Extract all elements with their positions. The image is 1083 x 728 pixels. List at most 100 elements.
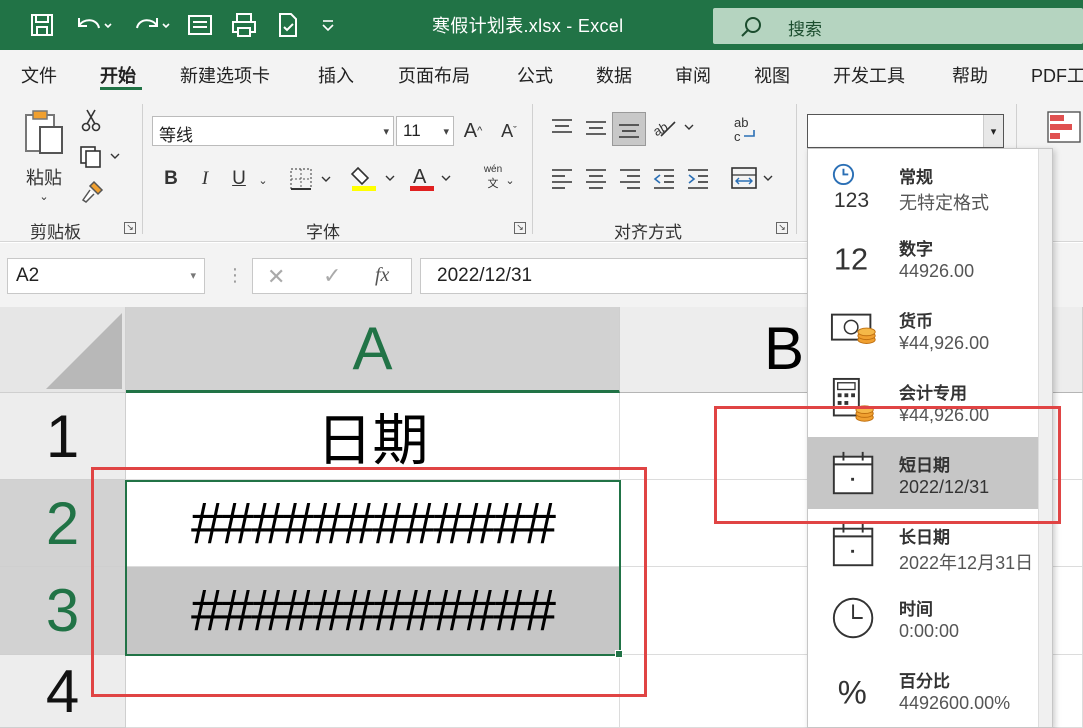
chevron-down-icon[interactable]: ⌄ bbox=[254, 166, 272, 194]
tab-formulas[interactable]: 公式 bbox=[517, 62, 553, 88]
row-header-4[interactable]: 4 bbox=[0, 655, 126, 728]
italic-button[interactable]: I bbox=[192, 164, 218, 194]
cell-a1[interactable]: 日期 bbox=[126, 393, 620, 480]
font-color-icon[interactable]: A bbox=[406, 162, 456, 194]
column-header-a[interactable]: A bbox=[126, 307, 620, 393]
percent-icon: % bbox=[830, 665, 880, 715]
cell-a3[interactable]: ############ bbox=[126, 567, 620, 655]
tab-review[interactable]: 审阅 bbox=[675, 62, 711, 88]
insert-function-icon[interactable]: fx bbox=[375, 264, 389, 287]
tab-file[interactable]: 文件 bbox=[21, 62, 57, 88]
redo-icon[interactable] bbox=[128, 9, 174, 41]
bold-button[interactable]: B bbox=[158, 164, 184, 194]
group-separator bbox=[142, 104, 143, 234]
alignment-launcher-icon[interactable]: ↘ bbox=[776, 222, 788, 234]
cut-icon[interactable] bbox=[78, 106, 104, 134]
general-clock-123-icon: 123 bbox=[830, 161, 880, 212]
orientation-icon[interactable]: ab bbox=[650, 112, 698, 142]
paste-button[interactable]: 粘贴 ⌄ bbox=[18, 106, 70, 206]
format-sample: 2022/12/31 bbox=[899, 477, 990, 497]
font-size-input[interactable]: 11 ▾ bbox=[396, 116, 454, 146]
tab-page-layout[interactable]: 页面布局 bbox=[398, 62, 470, 88]
svg-text:A: A bbox=[413, 166, 427, 188]
underline-button[interactable]: U bbox=[226, 164, 252, 194]
formula-bar-grip-icon[interactable]: ⋮ bbox=[226, 265, 244, 286]
form-icon[interactable] bbox=[184, 9, 216, 41]
enter-icon[interactable]: ✓ bbox=[323, 263, 341, 289]
chevron-down-icon[interactable]: ⌄ bbox=[502, 166, 518, 194]
row-header-3[interactable]: 3 bbox=[0, 567, 126, 655]
align-middle-icon[interactable] bbox=[582, 114, 610, 142]
format-sample: 4492600.00% bbox=[899, 693, 1011, 713]
format-option-general[interactable]: 123 常规 无特定格式 bbox=[808, 149, 1040, 221]
chevron-down-icon[interactable]: ▾ bbox=[983, 115, 1003, 147]
save-icon[interactable] bbox=[26, 9, 58, 41]
group-separator bbox=[796, 104, 797, 234]
row-header-2[interactable]: 2 bbox=[0, 480, 126, 567]
tab-help[interactable]: 帮助 bbox=[952, 62, 988, 88]
print-preview-icon[interactable] bbox=[228, 9, 260, 41]
fill-handle[interactable] bbox=[615, 650, 623, 658]
font-launcher-icon[interactable]: ↘ bbox=[514, 222, 526, 234]
font-name-input[interactable]: 等线 ▾ bbox=[152, 116, 394, 146]
tab-pdf[interactable]: PDF工 bbox=[1031, 62, 1083, 88]
cell-a4[interactable] bbox=[126, 655, 620, 728]
cancel-icon[interactable]: ✕ bbox=[267, 264, 285, 290]
group-label-font: 字体 bbox=[306, 223, 340, 242]
format-option-percentage[interactable]: % 百分比 4492600.00% bbox=[808, 653, 1040, 725]
clipboard-launcher-icon[interactable]: ↘ bbox=[124, 222, 136, 234]
format-option-number[interactable]: 12 数字 44926.00 bbox=[808, 221, 1040, 293]
number-format-input[interactable]: ▾ bbox=[807, 114, 1004, 148]
format-option-currency[interactable]: 货币 ¥44,926.00 bbox=[808, 293, 1040, 365]
tab-home[interactable]: 开始 bbox=[100, 62, 136, 88]
ribbon-tabs: 文件 开始 新建选项卡 插入 页面布局 公式 数据 审阅 视图 开发工具 帮助 … bbox=[0, 50, 1083, 96]
formula-input[interactable]: 2022/12/31 bbox=[420, 258, 810, 294]
format-sample: ¥44,926.00 bbox=[899, 405, 990, 425]
tab-insert[interactable]: 插入 bbox=[318, 62, 354, 88]
cell-a2[interactable]: ############ bbox=[126, 480, 620, 567]
align-right-icon[interactable] bbox=[616, 164, 644, 192]
tab-developer[interactable]: 开发工具 bbox=[833, 62, 905, 88]
format-name: 百分比 bbox=[899, 672, 950, 691]
document-check-icon[interactable] bbox=[272, 9, 304, 41]
decrease-font-size-icon[interactable]: Aˇ bbox=[494, 116, 524, 146]
align-bottom-icon[interactable] bbox=[612, 112, 646, 146]
format-option-time[interactable]: 时间 0:00:00 bbox=[808, 581, 1040, 653]
borders-icon[interactable] bbox=[286, 164, 336, 194]
align-center-icon[interactable] bbox=[582, 164, 610, 192]
format-option-short-date[interactable]: 短日期 2022/12/31 bbox=[808, 437, 1040, 509]
customize-qat-icon[interactable] bbox=[316, 9, 340, 41]
search-placeholder: 搜索 bbox=[788, 20, 822, 39]
format-sample: ¥44,926.00 bbox=[899, 333, 990, 353]
tab-view[interactable]: 视图 bbox=[754, 62, 790, 88]
title-bar: 寒假计划表.xlsx - Excel 搜索 bbox=[0, 0, 1083, 50]
format-option-accounting[interactable]: 会计专用 ¥44,926.00 bbox=[808, 365, 1040, 437]
format-option-long-date[interactable]: 长日期 2022年12月31日 bbox=[808, 509, 1040, 581]
search-box[interactable]: 搜索 bbox=[713, 8, 1083, 44]
name-box[interactable]: A2 ▾ bbox=[7, 258, 205, 294]
svg-text:c: c bbox=[734, 129, 741, 144]
number-12-icon: 12 bbox=[830, 233, 880, 283]
calendar-icon bbox=[830, 521, 880, 571]
select-all-button[interactable] bbox=[0, 307, 126, 393]
row-header-1[interactable]: 1 bbox=[0, 393, 126, 480]
wrap-text-icon[interactable]: ab c bbox=[728, 112, 762, 146]
undo-icon[interactable] bbox=[70, 9, 116, 41]
conditional-formatting-icon[interactable] bbox=[1044, 108, 1083, 146]
copy-icon[interactable] bbox=[76, 142, 124, 170]
group-label-alignment: 对齐方式 bbox=[614, 223, 682, 242]
fill-color-icon[interactable] bbox=[348, 162, 400, 194]
paste-label: 粘贴 bbox=[26, 168, 62, 188]
decrease-indent-icon[interactable] bbox=[650, 164, 678, 192]
group-separator bbox=[532, 104, 533, 234]
currency-icon bbox=[830, 305, 880, 355]
align-top-icon[interactable] bbox=[548, 114, 576, 142]
format-painter-icon[interactable] bbox=[78, 176, 108, 206]
increase-font-size-icon[interactable]: A ^ bbox=[458, 116, 488, 146]
merge-center-icon[interactable] bbox=[728, 162, 778, 194]
increase-indent-icon[interactable] bbox=[684, 164, 712, 192]
tab-new-tab[interactable]: 新建选项卡 bbox=[180, 62, 270, 88]
dropdown-scrollbar[interactable] bbox=[1038, 149, 1052, 727]
tab-data[interactable]: 数据 bbox=[596, 62, 632, 88]
align-left-icon[interactable] bbox=[548, 164, 576, 192]
